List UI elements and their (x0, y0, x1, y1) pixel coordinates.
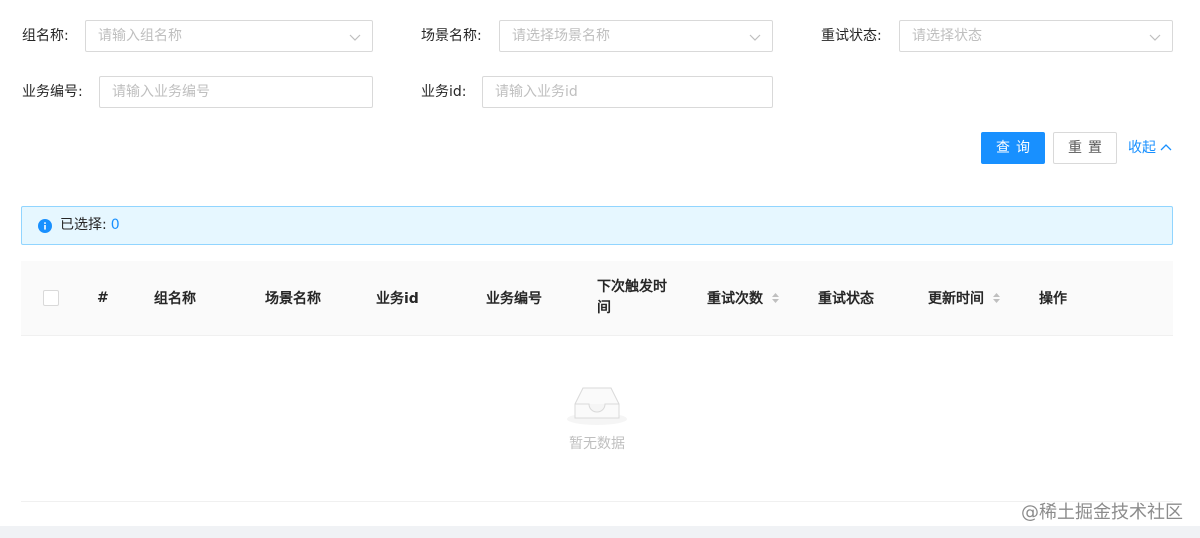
biz-id-placeholder: 请输入业务id (495, 84, 578, 100)
column-header-index: # (97, 290, 109, 306)
watermark: @稀土掘金技术社区 (1021, 502, 1183, 523)
selected-text: 已选择: 0 (60, 207, 120, 244)
chevron-down-icon (749, 34, 761, 41)
column-header-biz-no: 业务编号 (486, 291, 542, 307)
sort-icon[interactable] (992, 292, 1001, 304)
scene-name-placeholder: 请选择场景名称 (512, 28, 610, 44)
footer-strip (0, 526, 1200, 538)
collapse-label: 收起 (1128, 140, 1156, 156)
empty-inbox-icon (567, 387, 627, 425)
biz-id-input[interactable]: 请输入业务id (482, 76, 773, 108)
selected-count: 0 (110, 217, 120, 233)
chevron-down-icon (1149, 34, 1161, 41)
column-header-scene-name: 场景名称 (265, 291, 321, 307)
group-name-select[interactable]: 请输入组名称 (85, 20, 373, 52)
biz-id-label: 业务id: (421, 84, 467, 100)
column-header-retry-status: 重试状态 (818, 291, 874, 307)
divider (21, 501, 1173, 502)
retry-status-select[interactable]: 请选择状态 (899, 20, 1173, 52)
select-all-checkbox[interactable] (43, 290, 59, 306)
column-header-biz-id: 业务id (376, 291, 419, 307)
collapse-link[interactable]: 收起 (1128, 132, 1172, 164)
column-header-next-trigger-time: 下次触发时间 (597, 279, 667, 316)
selection-alert: 已选择: 0 (21, 206, 1173, 245)
group-name-label: 组名称: (22, 28, 69, 44)
retry-status-label: 重试状态: (821, 28, 882, 44)
chevron-down-icon (349, 34, 361, 41)
column-header-retry-count[interactable]: 重试次数 (707, 261, 780, 335)
query-button[interactable]: 查询 (981, 132, 1045, 164)
biz-no-label: 业务编号: (22, 84, 83, 100)
biz-no-placeholder: 请输入业务编号 (112, 84, 210, 100)
reset-button[interactable]: 重置 (1053, 132, 1117, 164)
column-header-group-name: 组名称 (154, 291, 196, 307)
retry-status-placeholder: 请选择状态 (912, 28, 982, 44)
table-header: # 组名称 场景名称 业务id 业务编号 下次触发时间 重试次数 重试状态 更新… (21, 261, 1173, 336)
column-header-update-time[interactable]: 更新时间 (928, 261, 1001, 335)
info-icon (38, 219, 52, 233)
selected-label: 已选择: (60, 217, 107, 233)
column-header-actions: 操作 (1039, 291, 1067, 307)
biz-no-input[interactable]: 请输入业务编号 (99, 76, 373, 108)
chevron-up-icon (1160, 144, 1172, 151)
scene-name-label: 场景名称: (421, 28, 482, 44)
empty-text: 暂无数据 (569, 436, 625, 452)
scene-name-select[interactable]: 请选择场景名称 (499, 20, 773, 52)
group-name-placeholder: 请输入组名称 (98, 28, 182, 44)
sort-icon[interactable] (771, 292, 780, 304)
